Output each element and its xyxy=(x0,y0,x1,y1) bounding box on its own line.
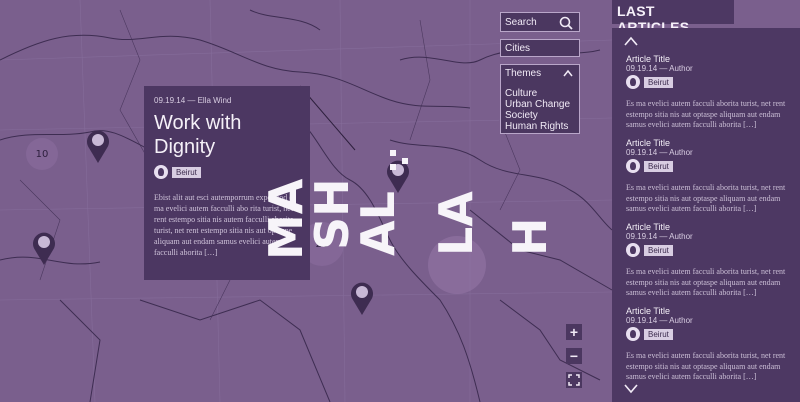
fist-icon xyxy=(626,159,640,173)
theme-option[interactable]: Culture xyxy=(505,88,575,99)
article-meta: 09.19.14 — Author xyxy=(626,316,693,325)
chevron-down-icon[interactable] xyxy=(624,384,638,394)
sidebar-title: LAST ARTICLES xyxy=(612,0,734,35)
city-tag[interactable]: Beirut xyxy=(154,165,201,179)
city-tag[interactable]: Beirut xyxy=(626,327,673,341)
city-tag-label: Beirut xyxy=(644,244,673,256)
fist-icon xyxy=(626,327,640,341)
themes-label: Themes xyxy=(505,68,542,79)
fist-icon xyxy=(154,165,168,179)
chevron-up-icon[interactable] xyxy=(563,69,573,77)
map-cluster[interactable]: 10 xyxy=(26,138,58,170)
search-label: Search xyxy=(505,16,537,28)
cluster-count: 10 xyxy=(35,148,49,160)
fullscreen-icon xyxy=(568,374,580,386)
cities-dropdown[interactable]: Cities xyxy=(500,39,580,57)
map-pin-icon[interactable] xyxy=(86,128,110,164)
city-tag-label: Beirut xyxy=(644,160,673,172)
article-excerpt: Es ma evelici autem facculi aborita turi… xyxy=(626,183,786,213)
article-meta: 09.19.14 — Author xyxy=(626,232,693,241)
last-articles-sidebar: Article Title 09.19.14 — Author Beirut E… xyxy=(612,28,800,402)
article-title[interactable]: Article Title xyxy=(626,138,796,148)
site-logo: MA SH AL LA H xyxy=(259,150,557,260)
article-meta: 09.19.14 — Author xyxy=(626,64,693,73)
theme-option[interactable]: Urban Change xyxy=(505,99,575,110)
zoom-in-button[interactable]: + xyxy=(566,324,582,340)
article-title[interactable]: Article Title xyxy=(626,54,796,64)
article-meta: 09.19.14 — Ella Wind xyxy=(154,96,232,105)
theme-option[interactable]: Society xyxy=(505,110,575,121)
fist-icon xyxy=(626,75,640,89)
search-input[interactable]: Search xyxy=(500,12,580,32)
city-tag-label: Beirut xyxy=(172,166,201,178)
logo-line: LA xyxy=(429,191,483,256)
article-title[interactable]: Article Title xyxy=(626,306,796,316)
article-meta: 09.19.14 — Author xyxy=(626,148,693,157)
city-tag-label: Beirut xyxy=(644,76,673,88)
chevron-up-icon[interactable] xyxy=(624,36,638,46)
logo-dots xyxy=(390,150,408,170)
city-tag[interactable]: Beirut xyxy=(626,159,673,173)
cities-label: Cities xyxy=(505,43,531,54)
map-pin-icon[interactable] xyxy=(350,280,374,316)
city-tag[interactable]: Beirut xyxy=(626,243,673,257)
sidebar-article[interactable]: Article Title 09.19.14 — Author Beirut E… xyxy=(626,306,796,383)
themes-dropdown[interactable]: Themes Culture Urban Change Society Huma… xyxy=(500,64,580,134)
search-icon[interactable] xyxy=(559,16,573,30)
article-title[interactable]: Article Title xyxy=(626,222,796,232)
zoom-in-label: + xyxy=(569,324,579,340)
city-tag-label: Beirut xyxy=(644,328,673,340)
zoom-out-button[interactable]: − xyxy=(566,348,582,364)
article-excerpt: Es ma evelici autem facculi aborita turi… xyxy=(626,99,786,129)
map-pin-icon[interactable] xyxy=(32,230,56,266)
logo-line: AL xyxy=(351,191,405,256)
fullscreen-button[interactable] xyxy=(566,372,582,388)
themes-list: Culture Urban Change Society Human Right… xyxy=(505,88,575,132)
city-tag[interactable]: Beirut xyxy=(626,75,673,89)
logo-line: H xyxy=(503,218,557,257)
zoom-out-label: − xyxy=(569,348,579,364)
article-excerpt: Es ma evelici autem facculi aborita turi… xyxy=(626,351,786,381)
sidebar-article[interactable]: Article Title 09.19.14 — Author Beirut E… xyxy=(626,138,796,215)
sidebar-article[interactable]: Article Title 09.19.14 — Author Beirut E… xyxy=(626,54,796,131)
fist-icon xyxy=(626,243,640,257)
article-excerpt: Es ma evelici autem facculi aborita turi… xyxy=(626,267,786,297)
sidebar-article[interactable]: Article Title 09.19.14 — Author Beirut E… xyxy=(626,222,796,299)
